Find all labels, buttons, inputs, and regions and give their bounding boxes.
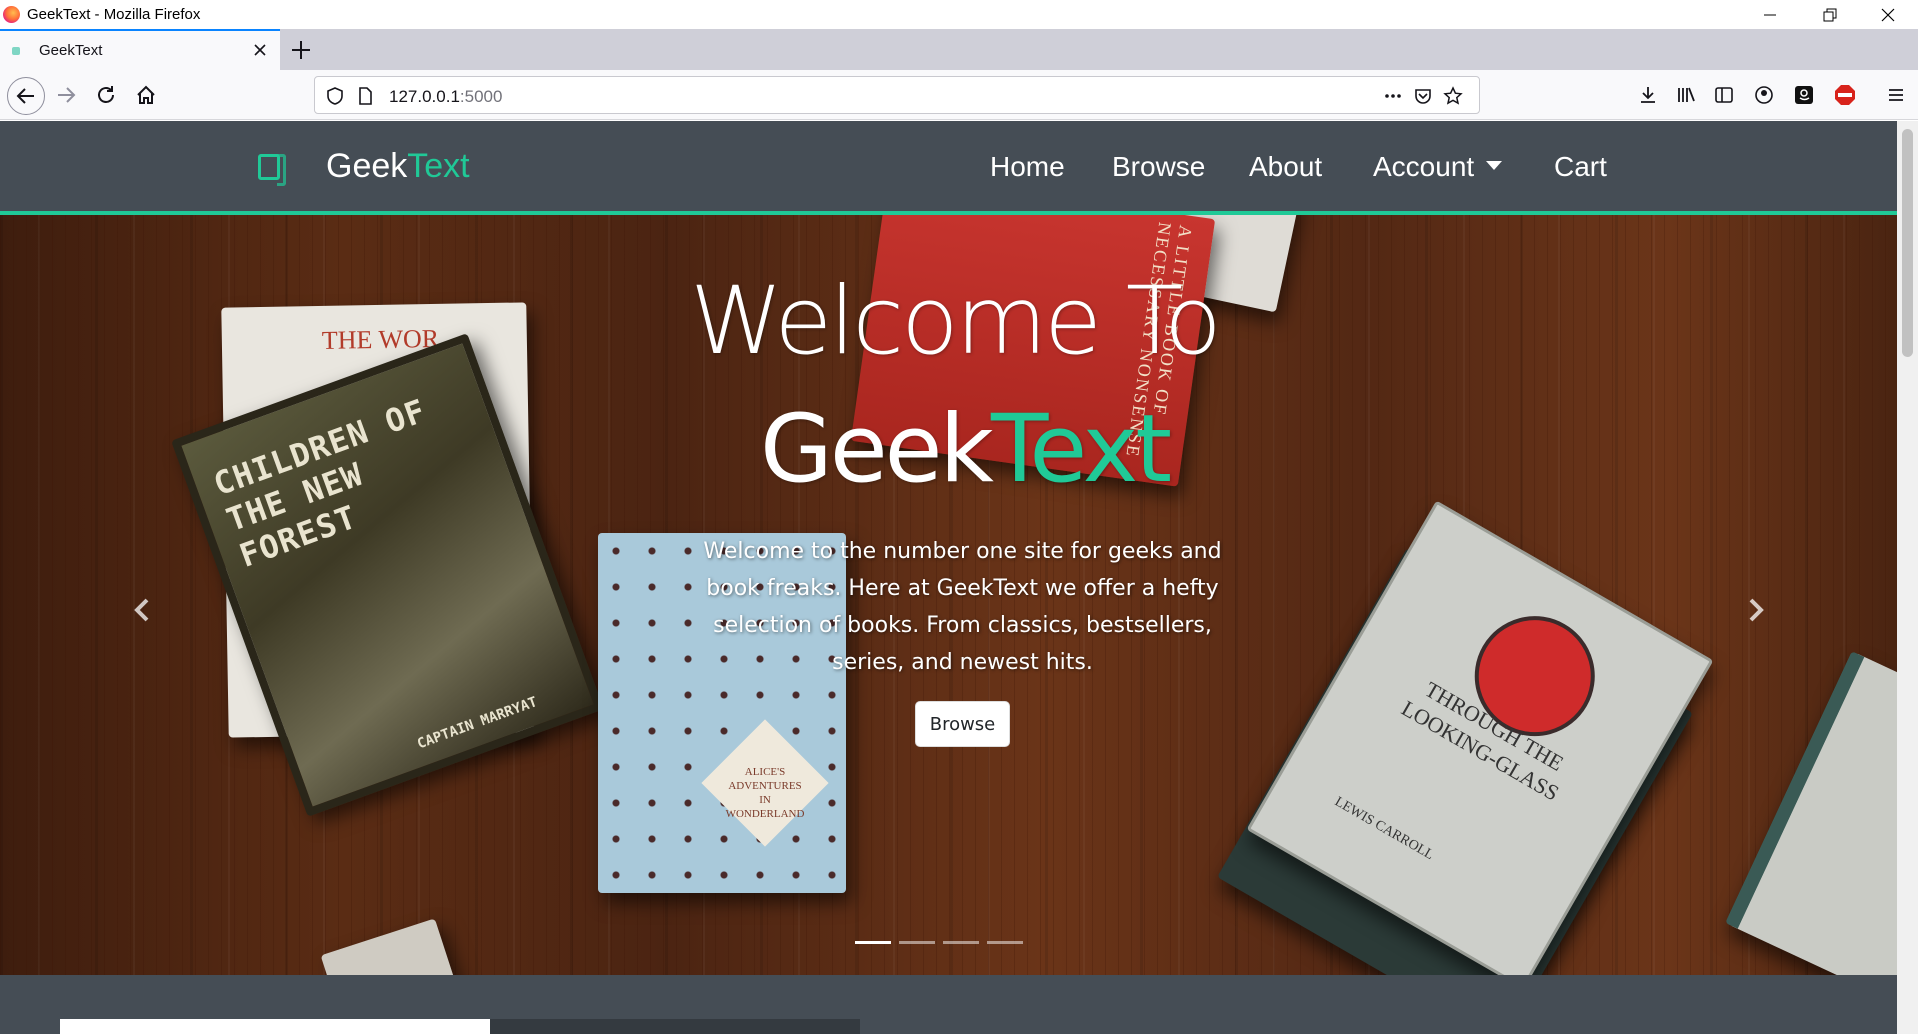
restore-icon [1823, 8, 1837, 21]
amazon-icon [1795, 86, 1813, 104]
url-port: :5000 [459, 87, 503, 106]
firefox-logo-icon [3, 6, 20, 23]
close-window-button[interactable] [1858, 0, 1918, 29]
next-section-peek [60, 1019, 490, 1034]
page-actions-icon[interactable] [1383, 86, 1403, 106]
reload-button[interactable] [90, 79, 122, 111]
hero-lead: Welcome to the number one site for geeks… [703, 539, 1222, 675]
hero-heading-line2: GeekText [760, 395, 1172, 504]
adblock-extension-button[interactable] [1829, 79, 1861, 111]
brand-prefix: Geek [326, 147, 408, 185]
back-button[interactable] [7, 77, 45, 115]
tab-favicon-icon [12, 47, 20, 55]
adblock-plus-icon [1835, 85, 1855, 105]
carousel-next-icon[interactable] [1740, 595, 1770, 625]
sidebar-button[interactable] [1708, 79, 1740, 111]
arrow-right-icon [58, 87, 76, 103]
page-info-icon[interactable] [355, 86, 375, 106]
amazon-extension-button[interactable] [1788, 79, 1820, 111]
carousel-indicators [855, 941, 1023, 944]
nav-browse[interactable]: Browse [1112, 151, 1205, 183]
tab-geektext[interactable]: GeekText [0, 29, 280, 70]
pocket-icon[interactable] [1413, 86, 1433, 106]
site-navbar: GeekText Home Browse About Account Cart [0, 121, 1897, 215]
nav-about[interactable]: About [1249, 151, 1322, 183]
scrollbar-thumb[interactable] [1902, 129, 1913, 357]
site-brand[interactable]: GeekText [258, 147, 470, 186]
forward-button[interactable] [50, 79, 82, 111]
hero-heading-geek: Geek [760, 395, 994, 504]
tab-close-icon[interactable] [252, 42, 268, 58]
brand-suffix: Text [407, 147, 470, 185]
hamburger-menu-icon [1889, 89, 1903, 101]
home-button[interactable] [130, 79, 162, 111]
hero-heading-line1: Welcome To [690, 267, 1222, 376]
download-icon [1641, 87, 1655, 103]
hero-carousel: THE WOR CHILDREN OF THE NEW FOREST CAPTA… [0, 215, 1897, 975]
account-button[interactable] [1748, 79, 1780, 111]
arrow-left-icon [16, 88, 34, 104]
next-section-peek [490, 1019, 860, 1034]
page-viewport: GeekText Home Browse About Account Cart … [0, 121, 1897, 1034]
nav-account-dropdown[interactable]: Account [1373, 151, 1503, 183]
browser-toolbar: 127.0.0.1:5000 [0, 70, 1918, 120]
carousel-prev-icon[interactable] [128, 595, 158, 625]
url-text: 127.0.0.1:5000 [389, 87, 502, 107]
tracking-protection-icon[interactable] [325, 86, 345, 106]
hero-caption: Welcome To GeekText Welcome to the numbe… [0, 215, 1897, 975]
brand-name: GeekText [326, 147, 470, 186]
book-logo-icon [258, 153, 286, 186]
carousel-indicator[interactable] [855, 941, 891, 944]
hero-heading-text: Text [990, 395, 1172, 504]
new-tab-icon[interactable] [288, 37, 314, 63]
nav-cart[interactable]: Cart [1554, 151, 1607, 183]
bookmark-star-icon[interactable] [1443, 86, 1463, 106]
hero-browse-button[interactable]: Browse [915, 701, 1010, 747]
carousel-indicator[interactable] [943, 941, 979, 944]
restore-button[interactable] [1800, 0, 1860, 29]
tab-title: GeekText [39, 42, 103, 59]
dropdown-caret-icon [1486, 161, 1503, 171]
page-scrollbar[interactable] [1897, 121, 1918, 1034]
downloads-button[interactable] [1632, 79, 1664, 111]
sidebar-icon [1715, 87, 1733, 103]
nav-home[interactable]: Home [990, 151, 1065, 183]
account-icon [1755, 86, 1773, 104]
library-icon [1678, 87, 1695, 102]
window-title: GeekText - Mozilla Firefox [27, 6, 201, 23]
window-titlebar: GeekText - Mozilla Firefox [0, 0, 1918, 29]
home-icon [137, 85, 155, 104]
nav-account-label: Account [1373, 151, 1475, 182]
library-button[interactable] [1670, 79, 1702, 111]
menu-button[interactable] [1880, 79, 1912, 111]
carousel-indicator[interactable] [899, 941, 935, 944]
close-icon [1881, 8, 1895, 21]
minimize-icon [1764, 14, 1776, 15]
reload-icon [98, 86, 114, 103]
url-host: 127.0.0.1 [389, 87, 460, 106]
minimize-button[interactable] [1740, 0, 1800, 29]
carousel-indicator[interactable] [987, 941, 1023, 944]
url-bar[interactable]: 127.0.0.1:5000 [314, 76, 1480, 114]
tab-strip: GeekText [0, 29, 1918, 70]
